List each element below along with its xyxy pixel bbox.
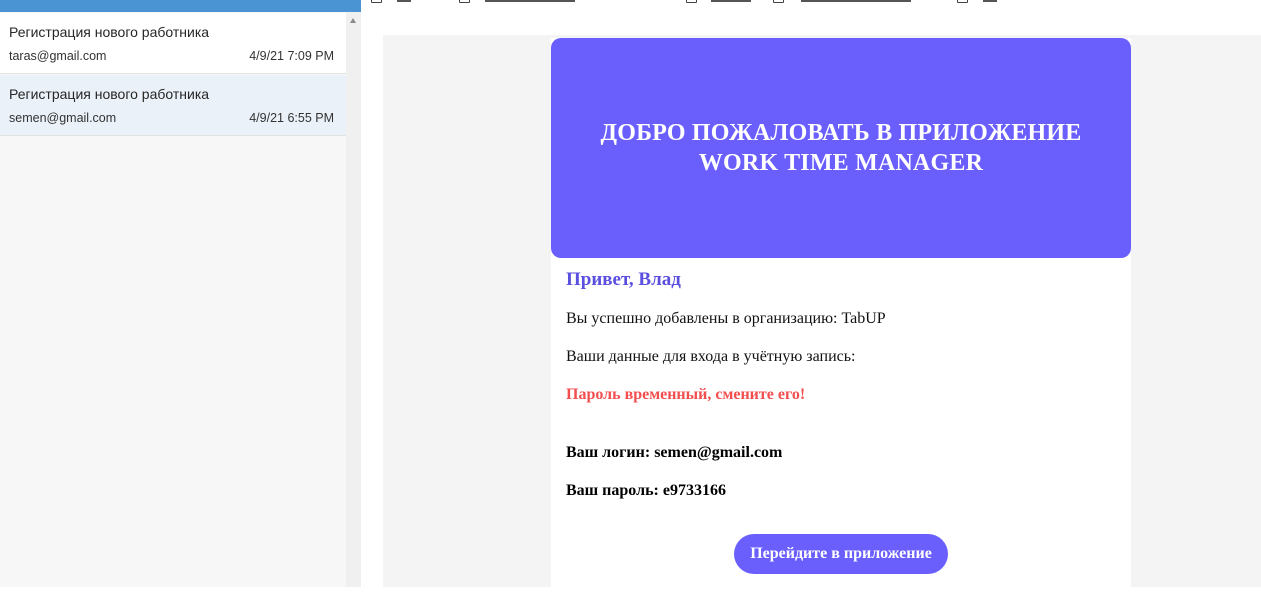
- message-subject: Регистрация нового работника: [9, 86, 210, 102]
- email-added-text: Вы успешно добавлены в организацию: TabU…: [566, 310, 886, 327]
- email-card: ДОБРО ПОЖАЛОВАТЬ В ПРИЛОЖЕНИЕ WORK TIME …: [551, 38, 1131, 598]
- message-date: 4/9/21 7:09 PM: [249, 49, 334, 63]
- email-temp-password-warning: Пароль временный, смените его!: [566, 386, 806, 403]
- email-credentials-intro: Ваши данные для входа в учётную запись:: [566, 348, 856, 365]
- email-hero-banner: ДОБРО ПОЖАЛОВАТЬ В ПРИЛОЖЕНИЕ WORK TIME …: [551, 38, 1131, 258]
- message-sender: taras@gmail.com: [9, 49, 107, 63]
- message-date: 4/9/21 6:55 PM: [249, 111, 334, 125]
- message-list-pane: Регистрация нового работника taras@gmail…: [0, 0, 346, 587]
- toolbar-icon[interactable]: [957, 0, 968, 3]
- message-list-item-selected[interactable]: Регистрация нового работника semen@gmail…: [0, 75, 346, 136]
- email-login-line: Ваш логин: semen@gmail.com: [566, 444, 783, 461]
- toolbar-label-fragment: [485, 0, 575, 2]
- reading-pane: ДОБРО ПОЖАЛОВАТЬ В ПРИЛОЖЕНИЕ WORK TIME …: [361, 0, 1261, 598]
- email-body-background: ДОБРО ПОЖАЛОВАТЬ В ПРИЛОЖЕНИЕ WORK TIME …: [383, 35, 1261, 598]
- toolbar-icon[interactable]: [773, 0, 784, 3]
- message-list-item[interactable]: Регистрация нового работника taras@gmail…: [0, 13, 346, 74]
- toolbar-icon[interactable]: [459, 0, 470, 3]
- toolbar-label-fragment: [801, 0, 911, 2]
- message-subject: Регистрация нового работника: [9, 24, 210, 40]
- toolbar-icon[interactable]: [686, 0, 697, 3]
- toolbar-label-fragment: [711, 0, 751, 2]
- message-sender: semen@gmail.com: [9, 111, 117, 125]
- message-list-scrollbar[interactable]: [346, 12, 361, 587]
- open-app-button[interactable]: Перейдите в приложение: [734, 534, 948, 574]
- toolbar-icon[interactable]: [371, 0, 382, 3]
- email-greeting: Привет, Влад: [566, 269, 681, 290]
- email-password-line: Ваш пароль: e9733166: [566, 482, 726, 499]
- message-list-header-bar: [0, 0, 361, 12]
- toolbar-label-fragment: [983, 0, 997, 2]
- reader-toolbar: [361, 0, 1261, 8]
- scroll-up-arrow-icon[interactable]: [350, 18, 356, 23]
- email-hero-title: ДОБРО ПОЖАЛОВАТЬ В ПРИЛОЖЕНИЕ WORK TIME …: [600, 120, 1082, 176]
- toolbar-label-fragment: [397, 0, 411, 2]
